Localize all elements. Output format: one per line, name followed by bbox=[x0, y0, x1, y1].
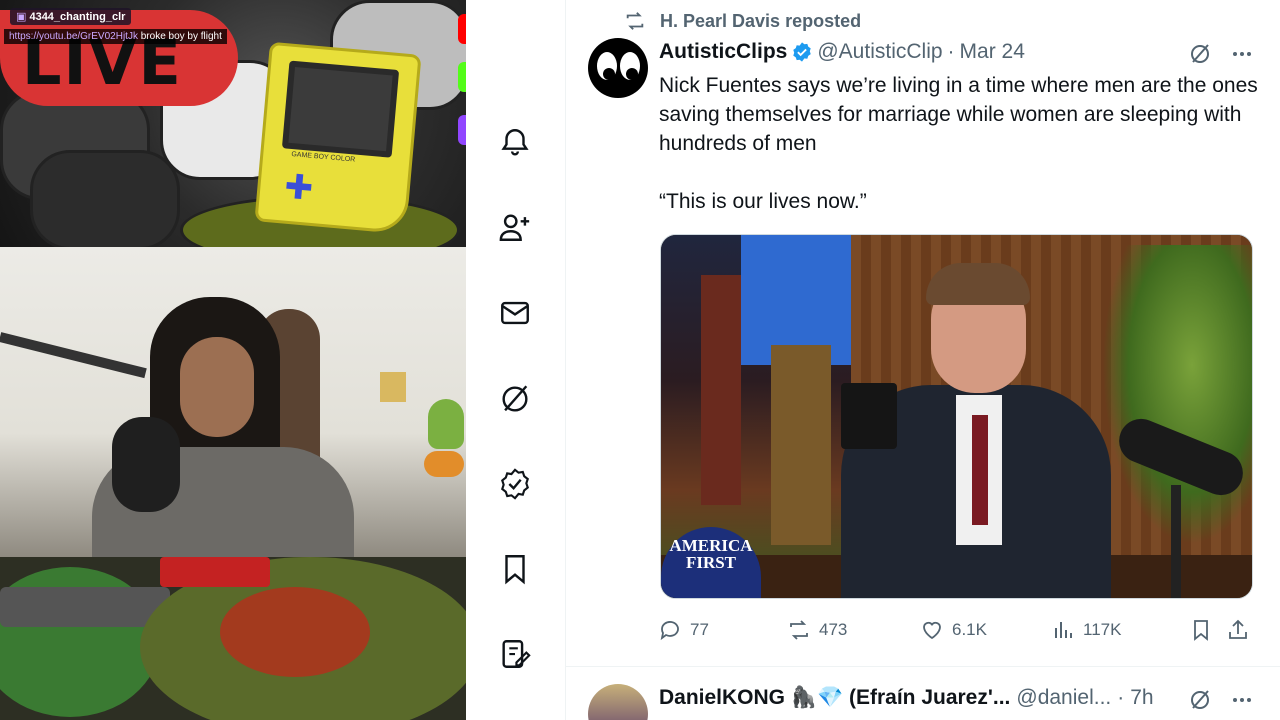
alien-figure bbox=[428, 399, 464, 449]
grok-icon[interactable] bbox=[1188, 688, 1212, 712]
tweet-time[interactable]: 7h bbox=[1130, 686, 1153, 710]
chat-message: https://youtu.be/GrEV02HjtJk broke boy b… bbox=[4, 29, 227, 44]
dragon-eye-art bbox=[220, 587, 370, 677]
tweet-actions: 77 473 6.1K 117K bbox=[658, 618, 1253, 648]
youtube-icon: ▶ bbox=[458, 14, 466, 44]
views-button[interactable]: 117K bbox=[1051, 618, 1121, 642]
kick-icon: K bbox=[458, 62, 466, 92]
chat-link[interactable]: https://youtu.be/GrEV02HjtJk bbox=[9, 31, 138, 42]
chat-user-icon: ▣ bbox=[16, 11, 30, 23]
stream-overlay: LIVE GAME BOY COLOR ✚ ▣ 4344_chanting_cl… bbox=[0, 0, 466, 720]
media-building bbox=[771, 345, 831, 545]
nav-verified-orgs[interactable] bbox=[496, 465, 534, 503]
media-building bbox=[701, 275, 741, 505]
avatar-pupil bbox=[626, 68, 638, 80]
avatar[interactable] bbox=[588, 38, 648, 98]
messages-icon bbox=[501, 301, 529, 325]
avatar-eye bbox=[618, 50, 642, 82]
media-mug bbox=[841, 383, 897, 449]
repost-icon bbox=[790, 620, 808, 640]
notifications-icon bbox=[501, 129, 529, 156]
author-handle[interactable]: @daniel... bbox=[1016, 686, 1111, 710]
tweet-header: AutisticClips @AutisticClip · Mar 24 bbox=[659, 40, 1025, 64]
nav-follow[interactable] bbox=[496, 208, 534, 246]
more-options-icon[interactable] bbox=[1230, 688, 1254, 712]
twitch-viewer-count: ▤ 2 bbox=[458, 113, 466, 147]
repost-button[interactable]: 473 bbox=[787, 618, 847, 642]
sidebar-nav bbox=[466, 0, 566, 720]
reply-icon bbox=[660, 621, 679, 641]
media-hat: AMERICA FIRST bbox=[661, 527, 761, 598]
tweet-divider bbox=[566, 666, 1280, 667]
streamer-face bbox=[180, 337, 254, 437]
separator-dot: · bbox=[1117, 686, 1125, 709]
tweet-quote: “This is our lives now.” bbox=[659, 190, 867, 213]
tweet-date[interactable]: Mar 24 bbox=[960, 40, 1025, 64]
avatar-pupil bbox=[603, 68, 615, 80]
tweet-text: Nick Fuentes says we’re living in a time… bbox=[659, 74, 1258, 155]
analytics-icon bbox=[1055, 622, 1072, 638]
chat-username: ▣ 4344_chanting_clr bbox=[10, 8, 132, 25]
repost-count: 473 bbox=[819, 620, 848, 639]
nav-bookmarks[interactable] bbox=[496, 550, 534, 588]
avatar[interactable] bbox=[588, 684, 648, 720]
follow-icon bbox=[499, 214, 530, 241]
overlay-footer-art bbox=[0, 557, 466, 720]
media-person-tie bbox=[972, 415, 988, 525]
author-name[interactable]: DanielKONG 🦍💎 (Efraín Juarez'... bbox=[659, 686, 1010, 710]
like-count: 6.1K bbox=[952, 620, 987, 639]
repost-label: H. Pearl Davis reposted bbox=[660, 10, 862, 31]
heart-icon bbox=[923, 621, 941, 640]
author-handle[interactable]: @AutisticClip bbox=[817, 40, 942, 64]
timeline: H. Pearl Davis reposted AutisticClips @A… bbox=[566, 0, 1280, 720]
like-button[interactable]: 6.1K bbox=[920, 618, 987, 642]
nav-edit[interactable] bbox=[496, 635, 534, 673]
verified-badge-icon bbox=[793, 42, 812, 62]
bookmark-icon bbox=[1194, 620, 1208, 641]
kick-viewer-count: K 2 bbox=[458, 60, 466, 94]
nav-grok[interactable] bbox=[496, 380, 534, 418]
gameboy-art: GAME BOY COLOR ✚ bbox=[254, 41, 422, 235]
chat-text: broke boy by flight bbox=[140, 31, 222, 42]
tweet-header-actions bbox=[1170, 42, 1254, 66]
chat-username-text: 4344_chanting_clr bbox=[29, 11, 126, 23]
pumpkin-figure bbox=[424, 451, 464, 477]
media-person-hair bbox=[926, 263, 1030, 305]
grok-icon[interactable] bbox=[1188, 42, 1212, 66]
view-count: 117K bbox=[1083, 620, 1122, 639]
dpad-icon: ✚ bbox=[282, 166, 315, 209]
bookmark-button[interactable] bbox=[1189, 618, 1221, 642]
overlay-header-art: LIVE GAME BOY COLOR ✚ ▣ 4344_chanting_cl… bbox=[0, 0, 466, 247]
verified-orgs-icon bbox=[501, 468, 529, 500]
gun-art bbox=[0, 587, 170, 627]
separator-dot: · bbox=[947, 40, 955, 63]
reply-count: 77 bbox=[690, 620, 709, 639]
tweet-header-actions bbox=[1170, 688, 1254, 712]
tweet-header: DanielKONG 🦍💎 (Efraín Juarez'... @daniel… bbox=[659, 686, 1154, 710]
media-mic-stand bbox=[1171, 485, 1181, 598]
webcam-background-picture bbox=[380, 372, 406, 402]
share-button[interactable] bbox=[1226, 618, 1258, 642]
repost-indicator[interactable]: H. Pearl Davis reposted bbox=[624, 10, 861, 32]
tweet-media[interactable]: AMERICA FIRST bbox=[660, 234, 1253, 599]
microphone bbox=[112, 417, 180, 512]
repost-icon bbox=[626, 12, 644, 30]
share-icon bbox=[1229, 619, 1247, 639]
mic-arm bbox=[0, 332, 147, 379]
nav-messages[interactable] bbox=[496, 294, 534, 332]
twitch-icon: ▤ bbox=[458, 115, 466, 145]
more-options-icon[interactable] bbox=[1230, 42, 1254, 66]
youtube-viewer-count: ▶ 2 bbox=[458, 12, 466, 46]
bookmarks-icon bbox=[505, 555, 525, 585]
avatar-eye bbox=[595, 50, 619, 82]
gameboy-screen bbox=[281, 60, 400, 158]
nav-notifications[interactable] bbox=[496, 124, 534, 162]
webcam-feed bbox=[0, 247, 466, 557]
controller-art bbox=[30, 150, 180, 247]
grok-icon bbox=[502, 385, 528, 412]
edit-icon bbox=[502, 640, 531, 668]
author-name[interactable]: AutisticClips bbox=[659, 40, 787, 64]
red-accent-art bbox=[160, 557, 270, 587]
reply-button[interactable]: 77 bbox=[658, 618, 709, 642]
